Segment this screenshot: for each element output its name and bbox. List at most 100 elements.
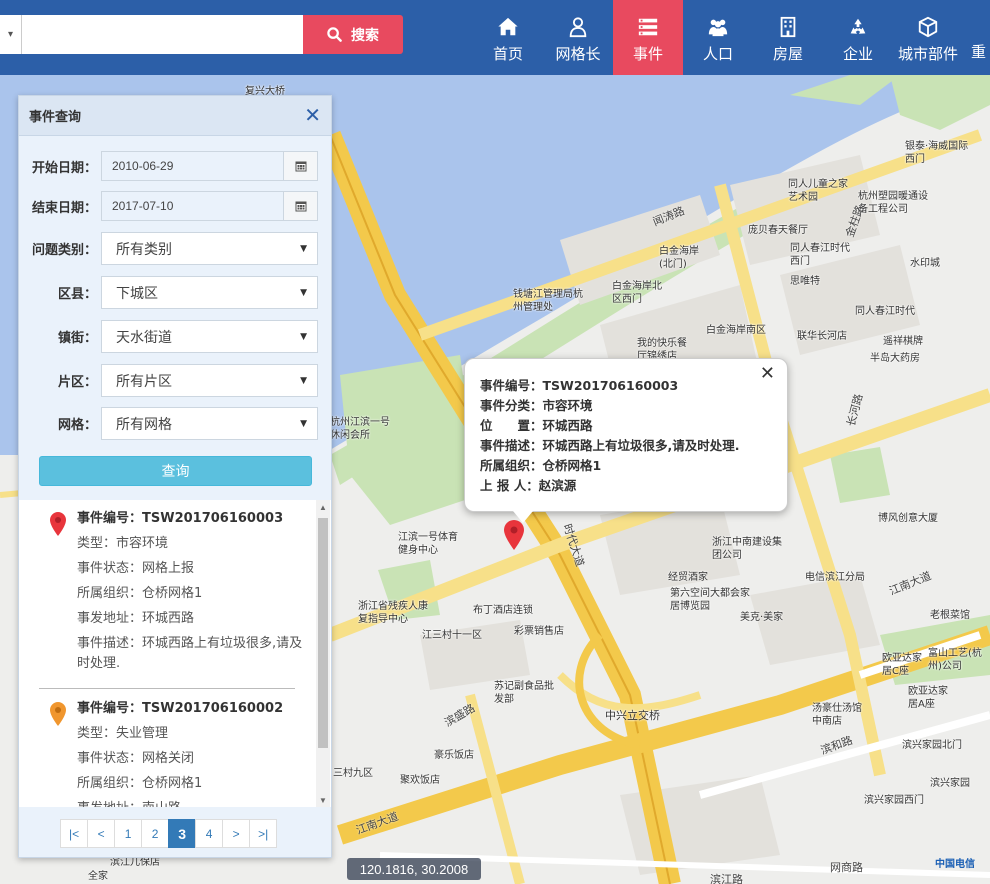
nav-grid-leader[interactable]: 网格长 (543, 0, 613, 75)
category-label: 问题类别： (31, 243, 97, 258)
grid-row: 网格： 所有网格 ▼ (19, 407, 318, 440)
map-poi: 钱塘江管理局杭州管理处 (513, 289, 583, 313)
map-poi: 白金海岸南区 (706, 325, 766, 336)
map-poi: 半岛大药房 (870, 353, 920, 364)
map-poi: 浙江省残疾人康复指导中心 (358, 601, 428, 625)
category-select[interactable]: 所有类别 ▼ (101, 232, 318, 265)
start-date-label: 开始日期： (31, 160, 97, 176)
popup-event-id: 事件编号：TSW201706160003 (480, 378, 679, 393)
nav-city-parts-label: 城市部件 (897, 44, 958, 63)
area-row: 片区： 所有片区 ▼ (19, 364, 318, 397)
map-poi: 遥祥棋牌 (883, 336, 923, 347)
page-1-button[interactable]: 1 (114, 819, 143, 848)
area-label: 片区： (57, 375, 97, 390)
page-first-button[interactable]: |< (60, 819, 89, 848)
panel-close-icon[interactable]: ✕ (304, 106, 321, 126)
map-poi: 汤豪仕汤馆中南店 (812, 703, 862, 727)
orange-marker-icon (50, 702, 66, 726)
district-row: 区县： 下城区 ▼ (19, 276, 318, 309)
page-prev-button[interactable]: < (87, 819, 116, 848)
result-org: 所属组织：仓桥网格1 (77, 586, 203, 601)
map-poi: 联华长河店 (797, 331, 847, 342)
result-scrollbar[interactable]: ▲ ▼ (316, 500, 330, 807)
district-label: 区县： (57, 287, 97, 302)
map-poi: 杭州江滨一号休闲会所 (330, 417, 390, 441)
district-select-value: 下城区 (116, 285, 158, 302)
nav-housing-label: 房屋 (772, 44, 803, 63)
result-event-id: 事件编号：TSW201706160003 (77, 511, 284, 526)
popup-close-icon[interactable]: ✕ (760, 363, 775, 384)
scroll-down-icon[interactable]: ▼ (316, 793, 330, 807)
nav-home-label: 首页 (492, 44, 523, 63)
nav-enterprise[interactable]: 企业 (823, 0, 893, 75)
event-query-panel: 事件查询 ✕ 开始日期： 2010-06-29 结束日期： 2017-07-10… (18, 95, 332, 858)
event-map-marker[interactable] (503, 519, 525, 551)
result-event-id: 事件编号：TSW201706160002 (77, 701, 284, 716)
end-date-value[interactable]: 2017-07-10 (102, 192, 283, 220)
map-poi: 江三村十一区 (422, 630, 482, 641)
nav-housing[interactable]: 房屋 (753, 0, 823, 75)
grid-select[interactable]: 所有网格 ▼ (101, 407, 318, 440)
nav-grid-leader-label: 网格长 (555, 44, 601, 63)
map-poi: 美克·美家 (740, 612, 784, 623)
search-button[interactable]: 搜索 (303, 15, 403, 54)
top-navbar: ▾ 搜索 首页 网格长 事件 人口 房屋 企业 城市部件 重 (0, 0, 990, 75)
panel-title: 事件查询 (29, 110, 82, 125)
end-date-field[interactable]: 2017-07-10 (101, 191, 318, 221)
nav-events[interactable]: 事件 (613, 0, 683, 75)
result-status: 事件状态：网格关闭 (77, 751, 195, 766)
area-select[interactable]: 所有片区 ▼ (101, 364, 318, 397)
start-date-row: 开始日期： 2010-06-29 (19, 151, 318, 181)
person-icon (569, 16, 587, 37)
page-3-button[interactable]: 3 (168, 819, 197, 848)
page-last-button[interactable]: >| (249, 819, 278, 848)
telecom-logo: 中国电信 (935, 859, 975, 870)
map-poi: 富山工艺(杭州)公司 (928, 648, 982, 672)
road-label: 网商路 (830, 861, 863, 874)
start-date-value[interactable]: 2010-06-29 (102, 152, 283, 180)
nav-more[interactable]: 重 (963, 0, 990, 75)
search-input[interactable] (22, 15, 303, 54)
scroll-thumb[interactable] (318, 518, 328, 748)
nav-city-parts[interactable]: 城市部件 (893, 0, 963, 75)
popup-event-description: 事件描述：环城西路上有垃圾很多,请及时处理. (480, 438, 740, 453)
nav-population[interactable]: 人口 (683, 0, 753, 75)
map-poi: 同人春江时代 (855, 306, 915, 317)
list-item[interactable]: 事件编号：TSW201706160002 类型：失业管理 事件状态：网格关闭 所… (19, 696, 315, 807)
result-status: 事件状态：网格上报 (77, 561, 195, 576)
map-poi: 白金海岸北区西门 (612, 281, 662, 305)
list-item[interactable]: 事件编号：TSW201706160003 类型：市容环境 事件状态：网格上报 所… (19, 506, 315, 674)
map-poi: 全家 (88, 871, 108, 882)
popup-event-category: 事件分类：市容环境 (480, 398, 593, 413)
start-date-field[interactable]: 2010-06-29 (101, 151, 318, 181)
main-nav: 首页 网格长 事件 人口 房屋 企业 城市部件 重 (473, 0, 990, 75)
page-next-button[interactable]: > (222, 819, 251, 848)
search-type-dropdown[interactable]: ▾ (0, 15, 22, 54)
map-poi: 江滨一号体育健身中心 (398, 532, 458, 556)
end-date-label: 结束日期： (31, 200, 97, 216)
page-2-button[interactable]: 2 (141, 819, 170, 848)
chevron-down-icon: ▼ (300, 418, 307, 429)
start-date-picker-button[interactable] (283, 152, 317, 180)
map-poi: 白金海岸(北门) (659, 246, 699, 270)
query-button[interactable]: 查询 (39, 456, 312, 486)
search-button-label: 搜索 (351, 27, 379, 44)
nav-home[interactable]: 首页 (473, 0, 543, 75)
chevron-down-icon: ▼ (300, 331, 307, 342)
grid-label: 网格： (57, 418, 97, 433)
district-select[interactable]: 下城区 ▼ (101, 276, 318, 309)
calendar-icon (295, 201, 306, 212)
result-type: 类型：失业管理 (77, 726, 169, 741)
event-result-list: 事件编号：TSW201706160003 类型：市容环境 事件状态：网格上报 所… (19, 500, 331, 807)
result-address: 事发地址：环城西路 (77, 611, 195, 626)
result-type: 类型：市容环境 (77, 536, 169, 551)
map-poi: 豪乐饭店 (434, 750, 474, 761)
popup-event-location: 位 置：环城西路 (480, 418, 593, 433)
scroll-up-icon[interactable]: ▲ (316, 500, 330, 514)
street-select[interactable]: 天水街道 ▼ (101, 320, 318, 353)
people-icon (708, 19, 728, 36)
map-poi: 滨兴家园 (930, 778, 970, 789)
end-date-picker-button[interactable] (283, 192, 317, 220)
page-4-button[interactable]: 4 (195, 819, 224, 848)
popup-event-org: 所属组织：仓桥网格1 (480, 458, 602, 473)
